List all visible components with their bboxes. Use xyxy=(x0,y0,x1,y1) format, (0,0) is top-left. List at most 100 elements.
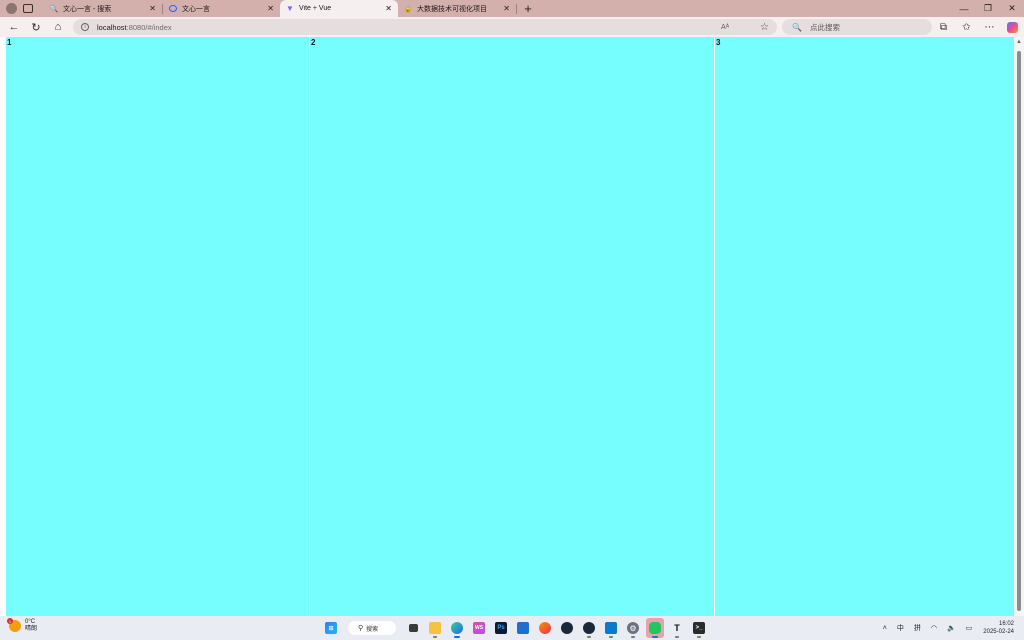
wechat-app[interactable] xyxy=(646,618,664,638)
address-bar[interactable]: i localhost:8080/#/index 𝖠ᴬ ☆ xyxy=(73,19,777,35)
system-tray: ˄ 中 拼 ◠ 🔈 ▭ 16:02 2025-02-24 xyxy=(878,616,1024,640)
profile-avatar-icon[interactable] xyxy=(6,3,17,14)
close-icon[interactable]: ✕ xyxy=(503,4,510,13)
lock-icon: 🔒 xyxy=(403,5,413,13)
close-window-button[interactable]: ✕ xyxy=(1000,0,1024,17)
task-view-button[interactable] xyxy=(404,618,422,638)
typora-app[interactable]: T xyxy=(668,618,686,638)
terminal-app[interactable]: >_ xyxy=(690,618,708,638)
running-indicator xyxy=(609,636,613,638)
volume-icon[interactable]: 🔈 xyxy=(947,624,956,632)
weather-text: 0°C 晴朗 xyxy=(25,619,37,633)
chevron-up-icon[interactable]: ˄ xyxy=(883,625,887,632)
settings-app[interactable]: ⚙ xyxy=(624,618,642,638)
vite-icon: ▼ xyxy=(286,4,294,13)
panel-3: 3 xyxy=(715,37,1014,616)
address-path: :8080/#/index xyxy=(126,22,172,32)
task-view-icon xyxy=(408,624,418,632)
wechat-icon xyxy=(649,622,661,634)
site-info-icon[interactable]: i xyxy=(81,23,89,31)
edge-app[interactable] xyxy=(448,618,466,638)
tab-label: 文心一言 xyxy=(182,5,210,13)
close-icon[interactable]: ✕ xyxy=(149,4,156,13)
back-button[interactable]: ← xyxy=(3,17,25,37)
firefox-app[interactable] xyxy=(536,618,554,638)
close-icon[interactable]: ✕ xyxy=(385,4,392,13)
file-explorer-icon xyxy=(429,622,441,634)
webstorm-app[interactable]: WS xyxy=(470,618,488,638)
webstorm-icon: WS xyxy=(473,622,485,634)
weather-condition: 晴朗 xyxy=(25,626,38,632)
firefox-icon xyxy=(539,622,551,634)
tab-wenxin-search[interactable]: 🔍 文心一言 - 搜索 ✕ xyxy=(44,0,162,17)
photoshop-app[interactable]: Ps xyxy=(492,618,510,638)
refresh-button[interactable]: ↻ xyxy=(25,17,47,37)
panel-label: 2 xyxy=(311,38,316,47)
taskbar-clock[interactable]: 16:02 2025-02-24 xyxy=(983,620,1014,636)
ime-mode[interactable]: 拼 xyxy=(914,623,921,633)
copilot-icon[interactable] xyxy=(1007,21,1018,33)
steam-icon xyxy=(583,622,595,634)
taskbar-search-label: 搜索 xyxy=(366,626,379,633)
taskbar-apps: ⊞ ⚲ 搜索 WS Ps ⚙ T >_ xyxy=(322,618,708,638)
page-viewport: 1 2 3 ▲ xyxy=(0,37,1024,616)
scroll-up-icon[interactable]: ▲ xyxy=(1016,39,1022,45)
battery-icon[interactable]: ▭ xyxy=(966,624,973,632)
more-icon[interactable]: ⋯ xyxy=(978,22,1001,33)
running-indicator xyxy=(652,636,658,638)
clock-date: 2025-02-24 xyxy=(983,629,1014,635)
clock-time: 16:02 xyxy=(998,621,1014,627)
tab-label: 大数据技术可视化项目 xyxy=(417,5,487,13)
panel-label: 1 xyxy=(7,38,12,47)
steam-app[interactable] xyxy=(558,618,576,638)
store-app[interactable] xyxy=(514,618,532,638)
windows-taskbar: 1 0°C 晴朗 ⊞ ⚲ 搜索 WS Ps ⚙ T >_ ˄ 中 拼 ◠ 🔈 ▭… xyxy=(0,616,1024,640)
window-controls: — ❐ ✕ xyxy=(952,0,1024,17)
running-indicator xyxy=(587,636,591,638)
taskbar-search[interactable]: ⚲ 搜索 xyxy=(348,621,396,635)
file-explorer-app[interactable] xyxy=(426,618,444,638)
scrollbar-thumb[interactable] xyxy=(1017,51,1021,611)
running-indicator xyxy=(697,636,701,638)
search-icon: 🔍 xyxy=(792,22,802,32)
tab-actions-icon[interactable] xyxy=(23,4,33,13)
windows-start-button[interactable]: ⊞ xyxy=(322,618,340,638)
close-icon[interactable]: ✕ xyxy=(267,4,274,13)
terminal-icon: >_ xyxy=(693,622,705,634)
windows-start-icon: ⊞ xyxy=(325,622,337,634)
tab-vite-vue[interactable]: ▼ Vite + Vue ✕ xyxy=(280,0,398,17)
tab-bigdata-project[interactable]: 🔒 大数据技术可视化项目 ✕ xyxy=(398,0,516,17)
settings-icon: ⚙ xyxy=(627,622,639,634)
extensions-icon[interactable]: ⧉ xyxy=(932,22,955,33)
new-tab-button[interactable]: + xyxy=(517,0,539,17)
minimize-button[interactable]: — xyxy=(952,0,976,17)
steam-app-2[interactable] xyxy=(580,618,598,638)
tab-bar-left xyxy=(0,0,44,17)
weather-widget[interactable]: 1 0°C 晴朗 xyxy=(7,618,37,633)
browser-search-box[interactable]: 🔍 点此搜索 xyxy=(782,19,932,35)
tab-label: 文心一言 - 搜索 xyxy=(63,5,112,13)
restore-button[interactable]: ❐ xyxy=(976,0,1000,17)
vscode-icon xyxy=(605,622,617,634)
ime-language[interactable]: 中 xyxy=(897,623,904,633)
home-button[interactable]: ⌂ xyxy=(47,17,69,37)
read-aloud-icon[interactable]: 𝖠ᴬ xyxy=(721,23,729,31)
search-icon: 🔍 xyxy=(49,5,59,13)
notification-badge: 1 xyxy=(7,618,13,624)
favorite-star-icon[interactable]: ☆ xyxy=(760,22,769,33)
edge-icon xyxy=(451,622,463,634)
tab-wenxin[interactable]: 文心一言 ✕ xyxy=(163,0,280,17)
running-indicator xyxy=(631,636,635,638)
favorites-icon[interactable]: ✩ xyxy=(955,22,978,33)
address-host: localhost xyxy=(97,22,127,32)
store-icon xyxy=(517,622,529,634)
wifi-icon[interactable]: ◠ xyxy=(931,624,937,632)
vscode-app[interactable] xyxy=(602,618,620,638)
search-placeholder: 点此搜索 xyxy=(809,22,840,32)
photoshop-icon: Ps xyxy=(495,622,507,634)
wenxin-icon xyxy=(169,5,177,12)
search-icon: ⚲ xyxy=(358,625,364,632)
browser-tab-bar: 🔍 文心一言 - 搜索 ✕ 文心一言 ✕ ▼ Vite + Vue ✕ 🔒 大数… xyxy=(0,0,1024,17)
tab-label: Vite + Vue xyxy=(299,5,332,12)
vertical-scrollbar[interactable]: ▲ xyxy=(1014,37,1024,616)
